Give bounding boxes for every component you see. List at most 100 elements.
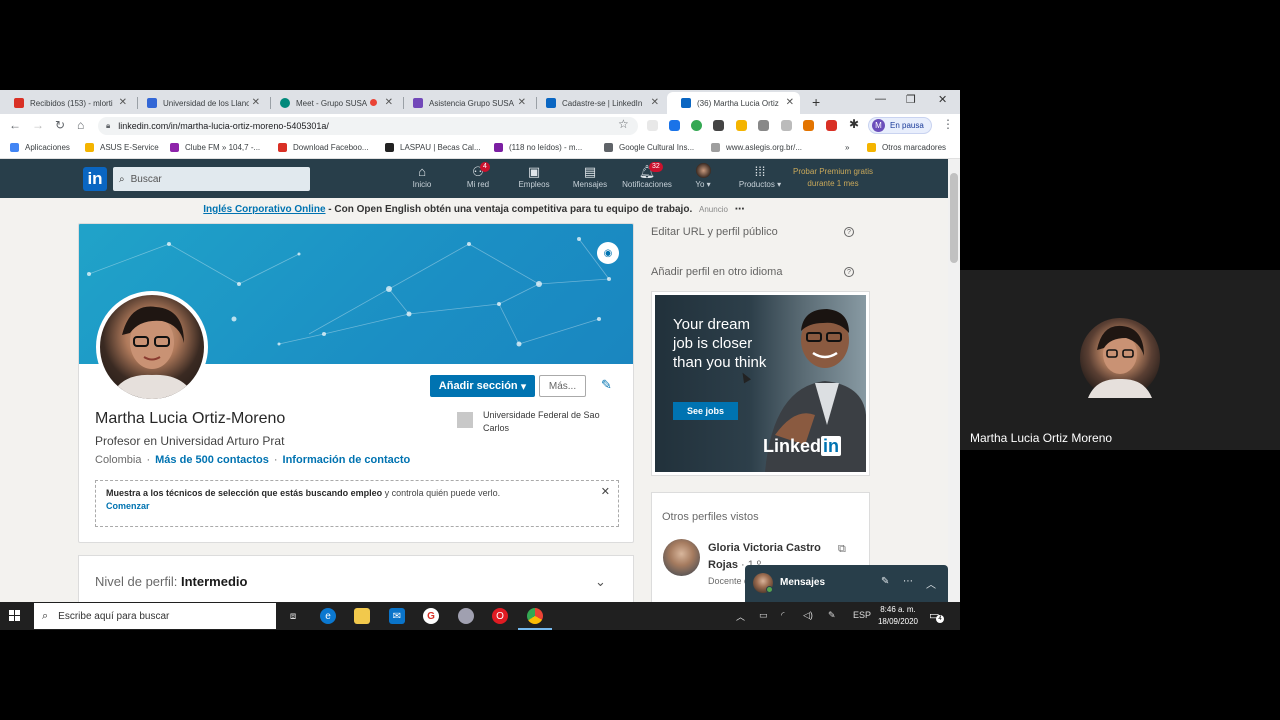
profile-button[interactable]: M En pausa <box>868 117 932 134</box>
app-icon[interactable] <box>458 608 474 624</box>
bookmark-aslegis[interactable]: www.aslegis.org.br/... <box>711 143 802 152</box>
add-section-button[interactable]: Añadir sección ▾ <box>430 375 535 397</box>
windows-start-icon[interactable] <box>9 610 21 622</box>
close-icon[interactable]: ✕ <box>786 97 794 108</box>
minimize-button[interactable]: — <box>875 93 886 105</box>
get-started-link[interactable]: Comenzar <box>106 501 608 511</box>
linkedin-logo[interactable]: in <box>83 167 107 191</box>
battery-icon[interactable]: ▭ <box>759 610 768 621</box>
nav-inicio[interactable]: ⌂ Inicio <box>394 163 450 189</box>
tab-meet[interactable]: Meet - Grupo SUSA ✕ <box>266 92 399 114</box>
tab-gmail[interactable]: Recibidos (153) - mlorti ✕ <box>0 92 133 114</box>
page-scrollbar[interactable] <box>948 159 960 602</box>
nav-mensajes[interactable]: ▤ Mensajes <box>562 163 618 189</box>
bookmark-asus[interactable]: ASUS E-Service <box>85 143 159 152</box>
close-icon[interactable]: ✕ <box>252 97 260 108</box>
contact-info-link[interactable]: Información de contacto <box>283 454 411 466</box>
nav-yo[interactable]: Yo ▾ <box>675 163 731 189</box>
edit-pencil-icon[interactable]: ✎ <box>601 377 612 393</box>
home-button[interactable]: ⌂ <box>77 118 84 132</box>
messaging-bar[interactable]: Mensajes ✎ ⋯ ︿ <box>745 565 948 602</box>
task-view-icon[interactable]: ⧈ <box>285 608 301 624</box>
extension-icon[interactable] <box>669 120 680 131</box>
taskbar-search-input[interactable]: ⌕ Escribe aquí para buscar <box>34 603 276 629</box>
bookmarks-overflow-button[interactable]: » <box>845 143 849 152</box>
tab-linkedin-profile[interactable]: (36) Martha Lucia Ortiz ✕ <box>667 92 800 114</box>
jobs-ad-card[interactable]: Your dream job is closer than you think … <box>651 291 870 476</box>
more-button[interactable]: Más... <box>539 375 586 397</box>
bookmark-google-cultural[interactable]: Google Cultural Ins... <box>604 143 694 152</box>
google-icon[interactable]: G <box>423 608 439 624</box>
nav-empleos[interactable]: ▣ Empleos <box>506 163 562 189</box>
bookmark-download[interactable]: Download Faceboo... <box>278 143 369 152</box>
close-icon[interactable]: ✕ <box>651 97 659 108</box>
tab-universidad[interactable]: Universidad de los Llano ✕ <box>133 92 266 114</box>
chevron-up-icon[interactable]: ︿ <box>926 576 936 591</box>
nav-productos[interactable]: ⁞⁞⁞ Productos ▾ <box>732 163 788 189</box>
extension-icon[interactable] <box>736 120 747 131</box>
edit-public-profile-link[interactable]: Editar URL y perfil público <box>651 226 778 238</box>
connect-icon[interactable]: ⧉ <box>838 543 846 556</box>
contacts-link[interactable]: Más de 500 contactos <box>155 454 269 466</box>
bookmark-mail[interactable]: (118 no leídos) - m... <box>494 143 582 152</box>
tab-asistencia[interactable]: Asistencia Grupo SUSA ✕ <box>399 92 532 114</box>
grammarly-icon[interactable] <box>691 120 702 131</box>
close-icon[interactable]: ✕ <box>385 97 393 108</box>
other-profile-avatar[interactable] <box>663 539 700 576</box>
bookmark-otros[interactable]: Otros marcadores <box>867 143 946 152</box>
close-icon[interactable]: ✕ <box>601 485 610 498</box>
search-input[interactable]: ⌕ Buscar <box>113 167 310 191</box>
extension-icon[interactable] <box>803 120 814 131</box>
restore-button[interactable]: ❐ <box>906 93 916 106</box>
network-icon[interactable]: ◜ <box>781 610 785 621</box>
see-jobs-button[interactable]: See jobs <box>673 402 738 420</box>
add-language-profile-link[interactable]: Añadir perfil en otro idioma <box>651 266 782 278</box>
compose-icon[interactable]: ✎ <box>881 576 889 587</box>
action-center-icon[interactable]: ▭ 4 <box>929 609 944 623</box>
chevron-down-icon[interactable]: ⌄ <box>595 574 606 590</box>
pen-icon[interactable]: ✎ <box>828 610 836 621</box>
extension-icon[interactable] <box>713 120 724 131</box>
file-explorer-icon[interactable] <box>354 608 370 624</box>
profile-level-card[interactable]: Nivel de perfil: Intermedio ⌄ <box>78 555 634 602</box>
back-button[interactable]: ← <box>9 118 21 132</box>
chrome-icon[interactable] <box>527 608 543 624</box>
volume-icon[interactable]: ◁) <box>803 610 813 621</box>
new-tab-button[interactable]: + <box>812 94 820 110</box>
education-entry[interactable]: Universidade Federal de Sao Carlos <box>457 409 627 435</box>
more-options-icon[interactable]: ⋯ <box>903 576 913 587</box>
camera-icon[interactable]: ◉ <box>597 242 619 264</box>
mail-icon[interactable]: ✉ <box>389 608 405 624</box>
help-icon[interactable]: ? <box>844 267 854 277</box>
nav-notificaciones[interactable]: 🔔︎ 32 Notificaciones <box>619 162 675 189</box>
more-options-icon[interactable]: ⋯ <box>735 204 745 215</box>
bookmark-clube[interactable]: Clube FM » 104,7 -... <box>170 143 260 152</box>
bookmark-star-icon[interactable]: ☆ <box>618 117 629 131</box>
chevron-up-icon[interactable]: ︿ <box>736 610 745 623</box>
tab-cadastre[interactable]: Cadastre-se | LinkedIn ✕ <box>532 92 665 114</box>
premium-link[interactable]: Probar Premium gratis durante 1 mes <box>786 166 880 190</box>
extension-icon[interactable] <box>758 120 769 131</box>
reload-button[interactable]: ↻ <box>55 118 65 132</box>
url-input[interactable]: 🔒︎ linkedin.com/in/martha-lucia-ortiz-mo… <box>98 117 638 135</box>
extension-icon[interactable] <box>647 120 658 131</box>
nav-mi-red[interactable]: ⚇ 4 Mi red <box>450 162 506 189</box>
bookmark-apps[interactable]: Aplicaciones <box>10 143 70 152</box>
taskbar-clock[interactable]: 8:46 a. m. 18/09/2020 <box>872 604 924 628</box>
edge-icon[interactable]: e <box>320 608 336 624</box>
forward-button[interactable]: → <box>32 118 44 132</box>
extension-icon[interactable] <box>826 120 837 131</box>
bookmark-laspau[interactable]: LASPAU | Becas Cal... <box>385 143 481 152</box>
close-icon[interactable]: ✕ <box>119 97 127 108</box>
scrollbar-thumb[interactable] <box>950 173 958 263</box>
ad-text[interactable]: - Con Open English obtén una ventaja com… <box>326 204 692 215</box>
close-icon[interactable]: ✕ <box>518 97 526 108</box>
help-icon[interactable]: ? <box>844 227 854 237</box>
profile-photo[interactable] <box>96 291 208 403</box>
close-window-button[interactable]: ✕ <box>938 93 947 106</box>
extension-icon[interactable] <box>781 120 792 131</box>
ad-link[interactable]: Inglés Corporativo Online <box>203 204 325 215</box>
menu-icon[interactable]: ⋮ <box>942 117 954 131</box>
input-language[interactable]: ESP <box>853 610 871 620</box>
puzzle-icon[interactable]: ✱ <box>849 117 859 131</box>
